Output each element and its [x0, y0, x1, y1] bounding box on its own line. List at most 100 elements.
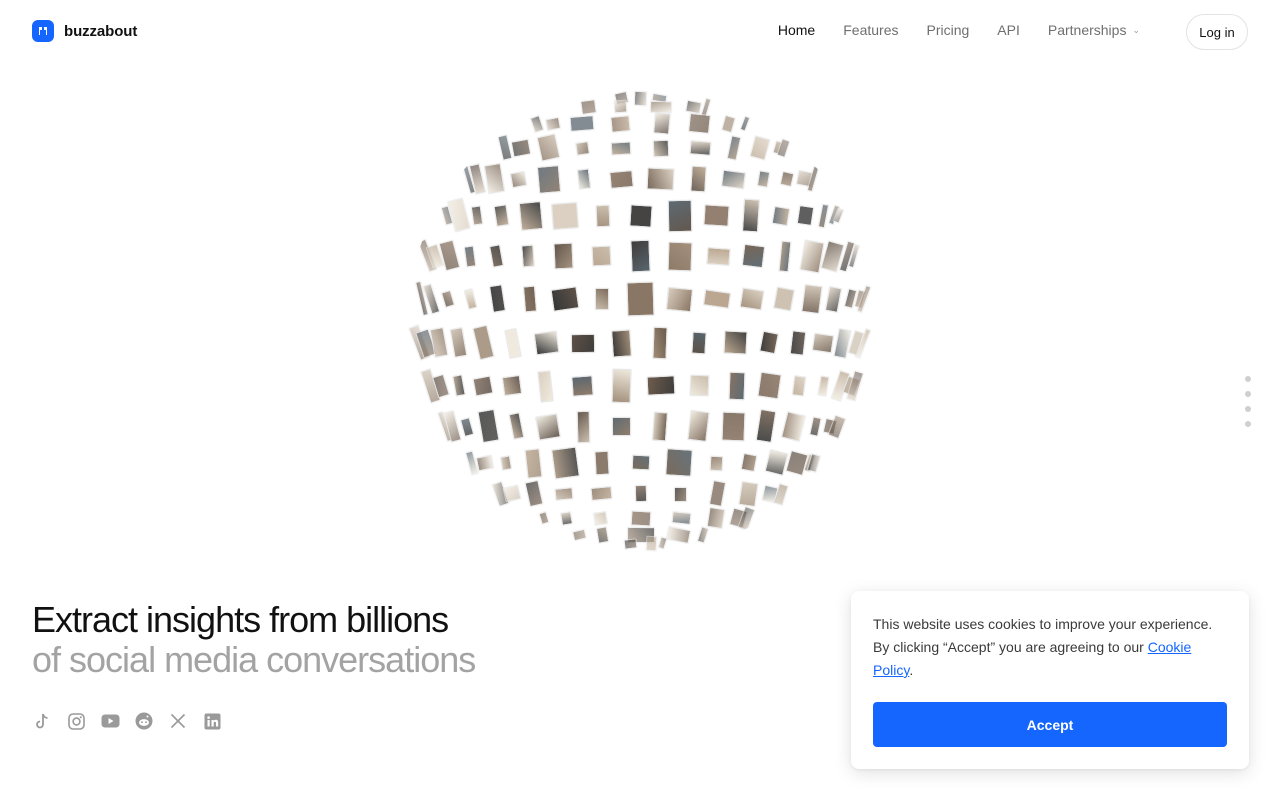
login-button[interactable]: Log in [1186, 14, 1248, 50]
post-thumbnail [723, 330, 747, 355]
nav-partnerships[interactable]: Partnerships ⌄ [1048, 22, 1140, 38]
nav-home[interactable]: Home [778, 22, 815, 38]
post-thumbnail [610, 328, 633, 357]
post-thumbnail [509, 170, 528, 188]
nav-pricing[interactable]: Pricing [926, 22, 969, 38]
logo-icon [32, 20, 54, 42]
brand-name: buzzabout [64, 22, 138, 40]
post-thumbnail [778, 240, 792, 272]
section-dot[interactable] [1245, 391, 1251, 397]
post-thumbnail [758, 330, 779, 355]
post-thumbnail [470, 205, 483, 226]
post-thumbnail [827, 414, 847, 439]
post-thumbnail [521, 244, 536, 268]
post-thumbnail [728, 371, 745, 400]
post-thumbnail [666, 286, 693, 312]
post-thumbnail [684, 99, 703, 115]
post-thumbnail [499, 455, 512, 471]
hero-globe [408, 88, 874, 554]
post-thumbnail [610, 141, 631, 156]
post-thumbnail [755, 409, 777, 444]
social-post-sphere [408, 88, 874, 554]
nav-api[interactable]: API [997, 22, 1020, 38]
post-thumbnail [449, 327, 468, 359]
post-thumbnail [771, 205, 790, 226]
post-thumbnail [447, 197, 471, 234]
accept-button[interactable]: Accept [873, 702, 1227, 747]
brand-logo[interactable]: buzzabout [32, 20, 137, 42]
post-thumbnail [691, 331, 707, 355]
post-thumbnail [657, 536, 669, 551]
post-thumbnail [595, 204, 610, 227]
post-thumbnail [825, 285, 843, 313]
post-thumbnail [477, 409, 500, 444]
post-thumbnail [646, 167, 675, 191]
post-thumbnail [508, 412, 524, 441]
reddit-icon[interactable] [134, 711, 154, 731]
post-thumbnail [574, 141, 590, 156]
post-thumbnail [579, 99, 597, 115]
post-thumbnail [489, 284, 507, 314]
x-icon[interactable] [168, 711, 188, 731]
post-thumbnail [652, 411, 669, 442]
post-thumbnail [593, 510, 609, 526]
post-thumbnail [502, 484, 522, 504]
post-thumbnail [696, 526, 710, 544]
post-thumbnail [489, 244, 505, 269]
post-thumbnail [576, 168, 592, 190]
post-thumbnail [756, 170, 770, 189]
post-thumbnail [665, 448, 694, 478]
post-thumbnail [459, 416, 475, 437]
tiktok-icon[interactable] [32, 711, 52, 731]
cookie-banner: This website uses cookies to improve you… [851, 591, 1249, 769]
post-thumbnail [781, 411, 806, 442]
section-dots [1245, 376, 1251, 427]
youtube-icon[interactable] [100, 711, 120, 731]
post-thumbnail [441, 289, 456, 309]
post-thumbnail [757, 371, 783, 400]
nav-features[interactable]: Features [843, 22, 898, 38]
post-thumbnail [789, 330, 807, 356]
main-nav: Home Features Pricing API Partnerships ⌄ [778, 22, 1140, 38]
post-thumbnail [634, 90, 648, 107]
post-thumbnail [726, 135, 742, 161]
post-thumbnail [611, 416, 632, 436]
post-thumbnail [791, 375, 807, 397]
post-thumbnail [553, 242, 574, 270]
section-dot[interactable] [1245, 421, 1251, 427]
post-thumbnail [535, 412, 561, 440]
post-thumbnail [689, 375, 710, 397]
post-thumbnail [501, 375, 523, 397]
post-thumbnail [796, 205, 814, 226]
post-thumbnail [569, 115, 596, 133]
post-thumbnail [741, 243, 766, 269]
post-thumbnail [703, 204, 730, 227]
post-thumbnail [524, 480, 544, 508]
post-thumbnail [749, 135, 772, 161]
post-thumbnail [596, 526, 610, 544]
post-thumbnail [721, 114, 737, 133]
post-thumbnail [800, 284, 823, 314]
linkedin-icon[interactable] [202, 711, 222, 731]
post-thumbnail [629, 203, 653, 228]
post-thumbnail [464, 245, 477, 267]
cookie-text-end: . [909, 662, 914, 678]
hero-text: Extract insights from billions of social… [32, 600, 476, 680]
post-thumbnail [530, 114, 545, 133]
post-thumbnail [545, 116, 562, 131]
post-thumbnail [524, 447, 543, 478]
post-thumbnail [504, 327, 522, 359]
post-thumbnail [666, 525, 693, 545]
post-thumbnail [538, 511, 550, 526]
section-dot[interactable] [1245, 376, 1251, 382]
post-thumbnail [634, 485, 648, 503]
post-thumbnail [554, 486, 574, 501]
post-thumbnail [687, 113, 712, 135]
post-thumbnail [773, 482, 790, 506]
post-thumbnail [739, 115, 750, 132]
section-dot[interactable] [1245, 406, 1251, 412]
instagram-icon[interactable] [66, 711, 86, 731]
post-thumbnail [741, 198, 760, 233]
post-thumbnail [537, 164, 561, 194]
post-thumbnail [812, 332, 835, 354]
